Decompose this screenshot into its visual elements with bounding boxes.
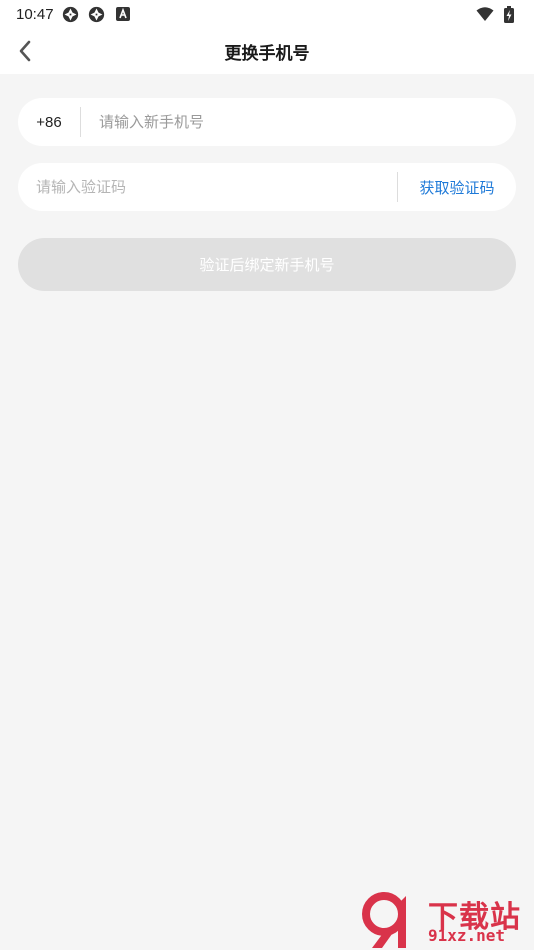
phone-field: +86 bbox=[18, 98, 516, 146]
verification-code-input[interactable] bbox=[18, 163, 397, 211]
code-field: 获取验证码 bbox=[18, 163, 516, 211]
status-time: 10:47 bbox=[16, 5, 54, 23]
status-bar: 10:47 bbox=[0, 0, 534, 28]
aperture-icon bbox=[88, 5, 106, 23]
status-right bbox=[476, 5, 518, 23]
back-button[interactable] bbox=[10, 36, 40, 66]
chevron-left-icon bbox=[19, 40, 31, 62]
battery-icon bbox=[500, 5, 518, 23]
watermark-domain: 91xz.net bbox=[428, 926, 506, 945]
phone-input[interactable] bbox=[81, 98, 516, 146]
wifi-icon bbox=[476, 5, 494, 23]
header: 更换手机号 bbox=[0, 28, 534, 74]
a-badge-icon bbox=[114, 5, 132, 23]
country-code-prefix[interactable]: +86 bbox=[18, 114, 80, 131]
watermark: 下载站 91xz.net bbox=[362, 890, 534, 950]
get-code-button[interactable]: 获取验证码 bbox=[398, 177, 516, 198]
bind-new-phone-button[interactable]: 验证后绑定新手机号 bbox=[18, 238, 516, 291]
status-left: 10:47 bbox=[16, 5, 132, 23]
aperture-icon bbox=[62, 5, 80, 23]
page-title: 更换手机号 bbox=[224, 43, 310, 64]
watermark-logo-icon bbox=[362, 892, 406, 948]
